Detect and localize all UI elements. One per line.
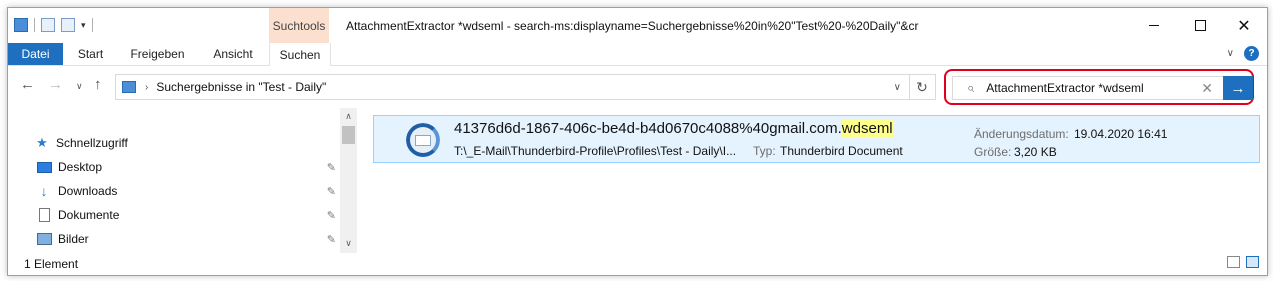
scrollbar-thumb[interactable] <box>342 126 355 144</box>
scroll-down-icon[interactable]: ∨ <box>340 238 357 249</box>
address-dropdown-icon[interactable]: ∨ <box>894 82 901 93</box>
navigation-scrollbar[interactable]: ∧ ∨ <box>340 108 357 253</box>
sidebar-item-bilder[interactable]: Bilder ✎ <box>36 228 336 250</box>
pin-icon[interactable]: ✎ <box>327 161 336 174</box>
pin-icon[interactable]: ✎ <box>327 185 336 198</box>
tab-freigeben[interactable]: Freigeben <box>118 43 197 65</box>
content-view-icon[interactable] <box>1246 256 1259 268</box>
folder-icon <box>14 18 28 32</box>
close-icon: ✕ <box>1237 17 1251 35</box>
clear-search-icon[interactable]: ✕ <box>1201 80 1213 97</box>
desktop-icon <box>36 161 52 173</box>
sidebar-item-schnellzugriff[interactable]: ★ Schnellzugriff <box>34 132 334 154</box>
expand-ribbon-icon[interactable]: ∨ <box>1227 48 1234 59</box>
close-button[interactable]: ✕ <box>1221 8 1267 43</box>
minimize-button[interactable] <box>1131 8 1177 43</box>
result-date-value: 19.04.2020 16:41 <box>1074 127 1168 141</box>
minimize-icon <box>1149 25 1159 26</box>
details-view-icon[interactable] <box>1227 256 1240 268</box>
sidebar-item-dokumente[interactable]: Dokumente ✎ <box>36 204 336 226</box>
maximize-button[interactable] <box>1177 8 1223 43</box>
search-term-highlight: wdseml <box>841 120 893 137</box>
sidebar-item-label: Downloads <box>58 184 118 198</box>
download-icon: ↓ <box>40 183 48 199</box>
pictures-icon <box>36 233 52 245</box>
search-highlight-outline: ⌕ ✕ → <box>944 69 1254 105</box>
search-folder-icon <box>122 81 136 93</box>
help-icon[interactable]: ? <box>1244 46 1259 61</box>
result-size-value: 3,20 KB <box>1014 145 1057 159</box>
result-date-label: Änderungsdatum: <box>974 127 1069 141</box>
result-type-label: Typ: <box>753 144 776 158</box>
sidebar-item-label: Dokumente <box>58 208 120 222</box>
result-size-label: Größe: <box>974 145 1012 159</box>
item-count: 1 Element <box>24 257 79 271</box>
search-result-item[interactable]: 41376d6d-1867-406c-be4d-b4d0670c4088%40g… <box>373 115 1260 163</box>
search-icon: ⌕ <box>967 80 975 95</box>
refresh-button[interactable]: ↻ <box>909 74 936 100</box>
sidebar-item-label: Desktop <box>58 160 103 174</box>
recent-locations-button[interactable]: ∨ <box>76 81 83 92</box>
contextual-tab-header: Suchtools <box>269 8 329 43</box>
customize-toolbar-icon[interactable]: ▾ <box>81 20 86 31</box>
tab-start[interactable]: Start <box>63 43 118 65</box>
tab-ansicht[interactable]: Ansicht <box>197 43 269 65</box>
result-file-path: T:\_E-Mail\Thunderbird-Profile\Profiles\… <box>454 144 737 158</box>
search-go-button[interactable]: → <box>1223 76 1253 100</box>
forward-button[interactable]: → <box>48 76 63 93</box>
sidebar-item-label: Schnellzugriff <box>56 136 128 150</box>
sidebar-item-label: Bilder <box>58 232 89 246</box>
up-button[interactable]: ↑ <box>94 76 102 93</box>
sidebar-item-desktop[interactable]: Desktop ✎ <box>36 156 336 178</box>
documents-icon <box>36 208 52 222</box>
ribbon-tabs: Datei Start Freigeben Ansicht Suchen ∨ ? <box>8 43 1267 66</box>
navigation-pane: ★ Schnellzugriff Desktop ✎ ↓ Downloads ✎… <box>8 108 353 253</box>
navigation-row: ← → ∨ ↑ › Suchergebnisse in "Test - Dail… <box>8 66 1267 108</box>
tab-datei[interactable]: Datei <box>8 43 63 65</box>
tab-suchen[interactable]: Suchen <box>269 43 331 66</box>
breadcrumb-chevron-icon[interactable]: › <box>145 82 148 93</box>
scroll-up-icon[interactable]: ∧ <box>340 111 357 122</box>
result-type-value: Thunderbird Document <box>780 144 903 158</box>
star-icon: ★ <box>36 135 48 150</box>
explorer-window: ▾ Suchtools AttachmentExtractor *wdseml … <box>7 7 1268 276</box>
status-bar: 1 Element <box>8 252 1267 274</box>
window-title: AttachmentExtractor *wdseml - search-ms:… <box>346 19 919 33</box>
pin-icon[interactable]: ✎ <box>327 233 336 246</box>
toolbar-divider <box>34 18 35 32</box>
address-bar[interactable]: › Suchergebnisse in "Test - Daily" ∨ <box>115 74 910 100</box>
toolbar-divider <box>91 18 93 32</box>
pin-icon[interactable]: ✎ <box>327 209 336 222</box>
maximize-icon <box>1194 20 1206 31</box>
ribbon-right-controls: ∨ ? <box>1227 46 1259 61</box>
breadcrumb[interactable]: Suchergebnisse in "Test - Daily" <box>156 80 326 94</box>
result-file-name: 41376d6d-1867-406c-be4d-b4d0670c4088%40g… <box>454 120 893 137</box>
search-input[interactable] <box>984 80 1189 96</box>
view-switcher <box>1227 256 1259 268</box>
back-button[interactable]: ← <box>20 76 35 93</box>
properties-icon[interactable] <box>41 18 55 32</box>
search-box[interactable]: ⌕ ✕ <box>952 76 1224 100</box>
thunderbird-icon <box>406 123 440 157</box>
title-bar: ▾ Suchtools AttachmentExtractor *wdseml … <box>8 8 1267 43</box>
sidebar-item-downloads[interactable]: ↓ Downloads ✎ <box>36 180 337 202</box>
new-folder-icon[interactable] <box>61 18 75 32</box>
quick-access-toolbar: ▾ <box>14 18 93 32</box>
